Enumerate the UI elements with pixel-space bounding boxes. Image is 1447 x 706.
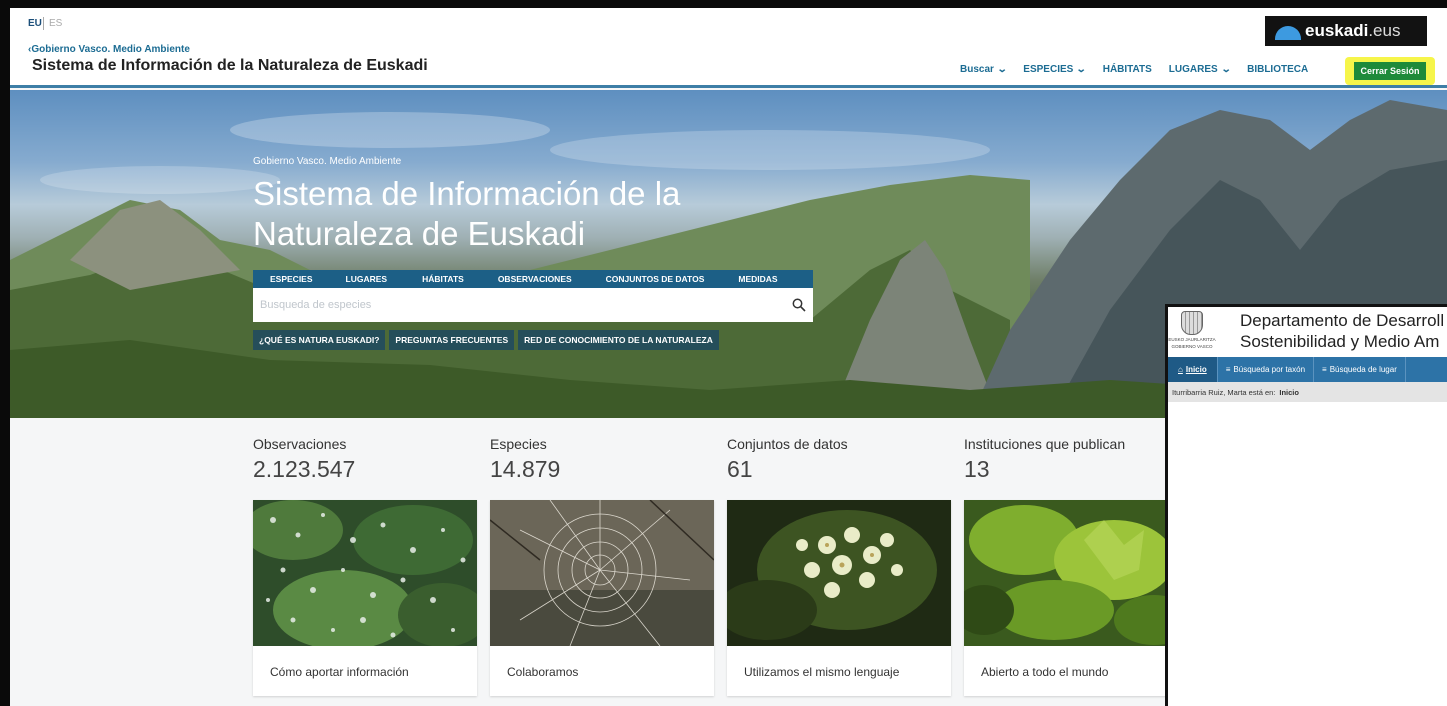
lang-es-link[interactable]: ES — [49, 18, 62, 29]
link-que-es-natura[interactable]: ¿QUÉ ES NATURA EUSKADI? — [253, 330, 386, 350]
department-window-overlay: EUSKO JAURLARITZA GOBIERNO VASCO Departa… — [1165, 304, 1447, 706]
coat-of-arms-icon — [1181, 311, 1203, 335]
stat-conjuntos-de-datos[interactable]: Conjuntos de datos 61 — [727, 436, 848, 483]
breadcrumb-location[interactable]: Inicio — [1279, 388, 1299, 397]
card-como-aportar[interactable]: Cómo aportar información — [253, 500, 477, 696]
main-nav: Buscar ⌄ ESPECIES ⌄ HÁBITATS LUGARES ⌄ BIBL… — [960, 64, 1325, 75]
link-preguntas-frecuentes[interactable]: PREGUNTAS FRECUENTES — [389, 330, 515, 350]
oak-leaves-image — [964, 500, 1188, 646]
department-title-line2: Sostenibilidad y Medio Am — [1240, 332, 1440, 351]
stat-observaciones[interactable]: Observaciones 2.123.547 — [253, 436, 355, 483]
stat-label: Instituciones que publican — [964, 436, 1126, 452]
hero-subtitle: Gobierno Vasco. Medio Ambiente — [253, 156, 402, 167]
nav-item-label: Buscar — [960, 64, 994, 75]
chevron-down-icon: ⌄ — [996, 64, 1008, 75]
stat-value: 14.879 — [490, 456, 561, 482]
nav-item-label: ESPECIES — [1023, 64, 1074, 75]
nav-item-habitats[interactable]: HÁBITATS — [1103, 64, 1152, 75]
search-icon[interactable] — [785, 288, 813, 322]
stat-value: 13 — [964, 456, 990, 482]
nav-item-lugares[interactable]: LUGARES ⌄ — [1168, 64, 1232, 75]
nav-item-biblioteca[interactable]: BIBLIOTECA — [1247, 64, 1308, 75]
tab-especies[interactable]: ESPECIES — [253, 274, 313, 284]
breadcrumb-prefix: Iturribarria Ruiz, Marta está en: — [1172, 387, 1276, 397]
spider-web-image — [490, 500, 714, 646]
card-mismo-lenguaje[interactable]: Utilizamos el mismo lenguaje — [727, 500, 951, 696]
stat-label: Conjuntos de datos — [727, 436, 848, 452]
nav-item-label: LUGARES — [1168, 64, 1218, 75]
stat-label: Observaciones — [253, 436, 347, 452]
department-header: EUSKO JAURLARITZA GOBIERNO VASCO Departa… — [1168, 307, 1447, 355]
screenshot-frame: EU ES ‹Gobierno Vasco. Medio Ambiente Si… — [0, 0, 1447, 706]
nav-item-buscar[interactable]: Buscar ⌄ — [960, 64, 1008, 75]
chevron-down-icon: ⌄ — [1076, 64, 1087, 75]
stat-value: 2.123.547 — [253, 456, 356, 482]
search-box — [253, 288, 813, 322]
department-nav: ⌂ Inicio ≡ Búsqueda por taxón ≡ Búsqueda de… — [1168, 357, 1447, 382]
nav-item-label: Búsqueda de lugar — [1329, 365, 1397, 374]
nav-item-especies[interactable]: ESPECIES ⌄ — [1023, 64, 1087, 75]
link-red-de-conocimiento[interactable]: RED DE CONOCIMIENTO DE LA NATURALEZA — [518, 330, 719, 350]
hero-links: ¿QUÉ ES NATURA EUSKADI? PREGUNTAS FRECUE… — [253, 330, 723, 350]
card-label: Utilizamos el mismo lenguaje — [744, 665, 900, 679]
gov-back-link[interactable]: ‹Gobierno Vasco. Medio Ambiente — [28, 44, 190, 55]
logo-main-text: euskadi — [1305, 21, 1369, 40]
card-label: Cómo aportar información — [270, 665, 409, 679]
dew-drops-leaves-image — [253, 500, 477, 646]
tab-lugares[interactable]: LUGARES — [313, 274, 388, 284]
department-nav-busqueda-taxon[interactable]: ≡ Búsqueda por taxón — [1218, 357, 1315, 382]
card-label: Abierto a todo el mundo — [981, 665, 1109, 679]
seal-text-2: GOBIERNO VASCO — [1171, 344, 1213, 349]
department-nav-inicio[interactable]: ⌂ Inicio — [1168, 357, 1218, 382]
lang-eu-link[interactable]: EU — [28, 18, 42, 29]
stat-value: 61 — [727, 456, 753, 482]
card-abierto[interactable]: Abierto a todo el mundo — [964, 500, 1188, 696]
list-icon: ≡ — [1322, 365, 1327, 374]
site-title[interactable]: Sistema de Información de la Naturaleza … — [32, 57, 428, 75]
logout-highlight: Cerrar Sesión — [1345, 57, 1435, 85]
hero-title: Sistema de Información de la Naturaleza … — [253, 175, 681, 252]
nav-item-label: Inicio — [1185, 365, 1207, 374]
lang-separator — [43, 17, 44, 30]
logout-button[interactable]: Cerrar Sesión — [1354, 62, 1426, 80]
home-icon: ⌂ — [1178, 365, 1183, 374]
chevron-down-icon: ⌄ — [1220, 64, 1232, 75]
euskadi-arch-icon — [1275, 26, 1301, 40]
seal-text-1: EUSKO JAURLARITZA — [1168, 337, 1216, 342]
card-colaboramos[interactable]: Colaboramos — [490, 500, 714, 696]
department-nav-busqueda-lugar[interactable]: ≡ Búsqueda de lugar — [1314, 357, 1406, 382]
browser-page: EU ES ‹Gobierno Vasco. Medio Ambiente Si… — [10, 8, 1447, 706]
department-title: Departamento de Desarroll Sostenibilidad… — [1240, 310, 1444, 352]
gobierno-vasco-seal: EUSKO JAURLARITZA GOBIERNO VASCO — [1168, 311, 1216, 351]
search-tabs: ESPECIES LUGARES HÁBITATS OBSERVACIONES … — [253, 270, 813, 288]
list-icon: ≡ — [1225, 365, 1231, 374]
nav-item-label: BIBLIOTECA — [1247, 64, 1309, 75]
stat-especies[interactable]: Especies 14.879 — [490, 436, 560, 483]
breadcrumb: Iturribarria Ruiz, Marta está en: Inicio — [1168, 382, 1447, 402]
stats-row: Observaciones 2.123.547 Especies 14.879 … — [253, 436, 1193, 486]
stat-label: Especies — [490, 436, 547, 452]
species-search-input[interactable] — [253, 288, 785, 322]
white-flowers-image — [727, 500, 951, 646]
nav-item-label: HÁBITATS — [1102, 64, 1152, 75]
tab-conjuntos-de-datos[interactable]: CONJUNTOS DE DATOS — [572, 274, 705, 284]
stat-instituciones[interactable]: Instituciones que publican 13 — [964, 436, 1125, 483]
top-bar: EU ES ‹Gobierno Vasco. Medio Ambiente Si… — [10, 8, 1447, 88]
nav-item-label: Búsqueda por taxón — [1233, 365, 1306, 374]
euskadi-logo[interactable]: euskadi .eus — [1265, 16, 1427, 46]
tab-habitats[interactable]: HÁBITATS — [387, 274, 464, 284]
tab-medidas[interactable]: MEDIDAS — [704, 274, 777, 284]
tab-observaciones[interactable]: OBSERVACIONES — [464, 274, 572, 284]
card-label: Colaboramos — [507, 665, 579, 679]
logo-tld-text: .eus — [1368, 21, 1401, 40]
department-title-line1: Departamento de Desarroll — [1240, 311, 1445, 330]
